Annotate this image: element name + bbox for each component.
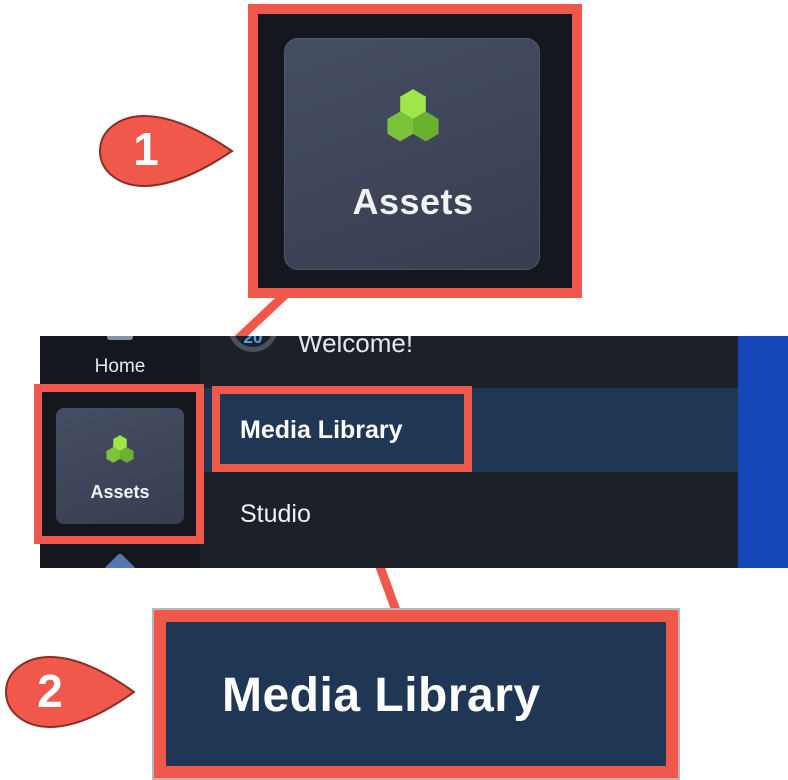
sidebar-next-item-icon[interactable]	[101, 552, 139, 568]
menu-item-studio-label: Studio	[240, 500, 311, 528]
welcome-label: Welcome!	[298, 336, 414, 358]
menu-item-studio[interactable]: Studio	[200, 472, 738, 556]
zoomed-media-library-label: Media Library	[222, 669, 541, 722]
zoom-callout-assets: Assets	[248, 4, 582, 298]
content-area-accent	[738, 336, 788, 568]
highlight-box-assets	[34, 384, 204, 544]
zoomed-assets-label: Assets	[352, 181, 474, 222]
step-badge-1: 1	[133, 123, 159, 175]
welcome-avatar: 20	[228, 336, 278, 352]
assets-cubes-icon-large	[387, 89, 439, 142]
zoomed-assets-tile: Assets	[284, 38, 540, 270]
home-icon	[107, 336, 133, 340]
step-badge-2: 2	[37, 665, 63, 717]
zoom-callout-media-library: Media Library	[152, 608, 680, 780]
highlight-box-media-library	[212, 386, 472, 472]
sidebar-item-home[interactable]: Home	[40, 356, 200, 378]
